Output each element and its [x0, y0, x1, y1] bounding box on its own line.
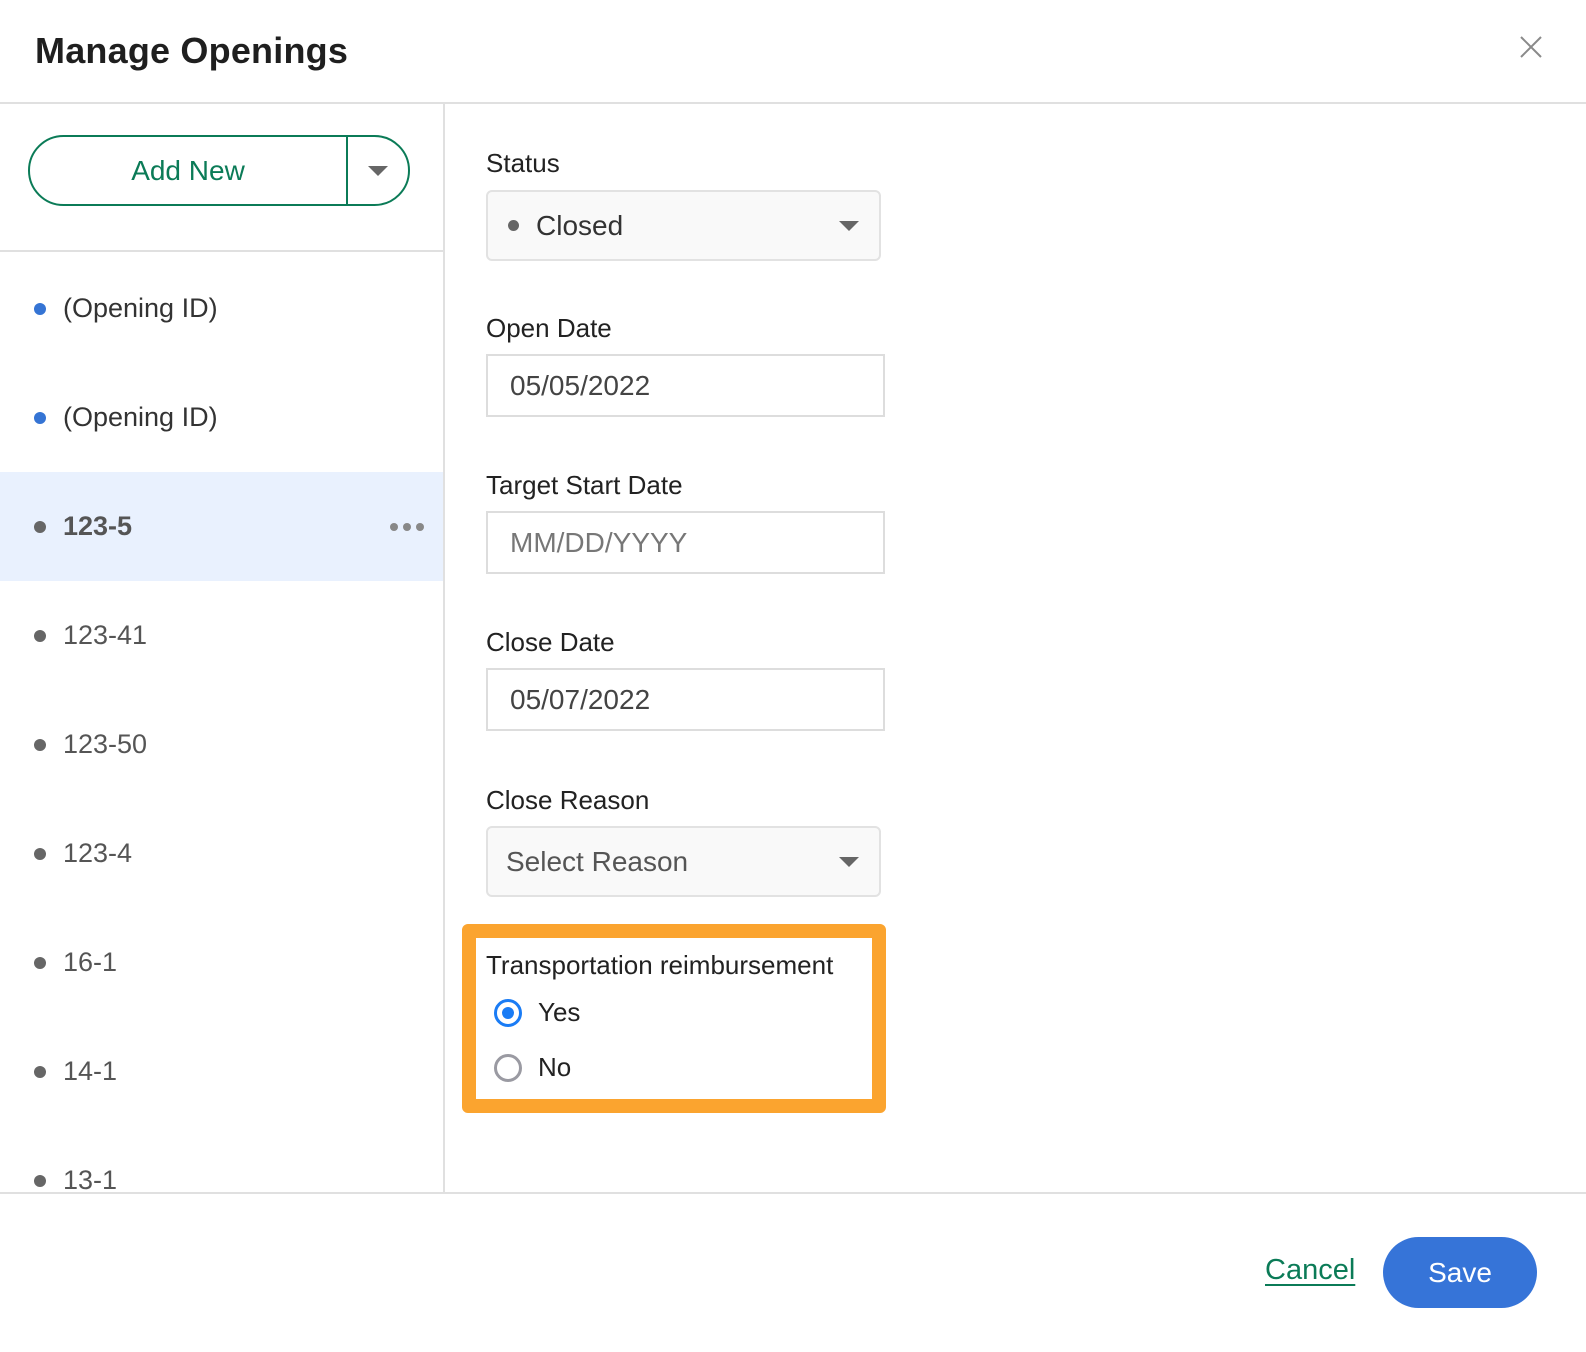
list-item[interactable]: 13-1 [0, 1126, 443, 1194]
close-icon [1520, 36, 1542, 58]
more-horizontal-icon [390, 522, 398, 531]
opening-id-label: 16-1 [63, 947, 118, 977]
modal-header: Manage Openings [0, 0, 1586, 104]
list-item[interactable]: (Opening ID) [0, 254, 443, 363]
caret-down-icon [839, 856, 859, 867]
add-new-menu-button[interactable] [348, 137, 408, 204]
close-reason-placeholder: Select Reason [506, 845, 689, 877]
caret-down-icon [368, 165, 388, 176]
radio-label-no: No [538, 1052, 572, 1082]
close-button[interactable] [1514, 30, 1548, 64]
add-new-split-button: Add New [28, 135, 410, 206]
close-reason-select[interactable]: Select Reason [486, 826, 881, 897]
list-item[interactable]: 123-50 [0, 690, 443, 799]
status-value: Closed [536, 209, 624, 241]
open-date-label: Open Date [486, 313, 612, 343]
list-item[interactable]: 14-1 [0, 1017, 443, 1126]
opening-id-label: 123-50 [63, 729, 148, 759]
add-new-section: Add New [0, 104, 443, 252]
status-label: Status [486, 148, 560, 178]
list-item[interactable]: 123-4 [0, 799, 443, 908]
status-dot [34, 847, 46, 860]
opening-id-label: (Opening ID) [63, 402, 218, 432]
save-button[interactable]: Save [1383, 1237, 1537, 1308]
open-date-input[interactable]: 05/05/2022 [486, 354, 885, 417]
radio-option-no[interactable]: No [494, 1052, 571, 1083]
radio-option-yes[interactable]: Yes [494, 997, 580, 1028]
modal-title: Manage Openings [35, 30, 349, 71]
list-item[interactable]: (Opening ID) [0, 363, 443, 472]
opening-id-label: 14-1 [63, 1056, 118, 1086]
modal-footer: Cancel Save [0, 1192, 1586, 1352]
status-dot [34, 1174, 46, 1187]
close-date-label: Close Date [486, 627, 615, 657]
close-date-input[interactable]: 05/07/2022 [486, 668, 885, 731]
opening-id-label: (Opening ID) [63, 293, 218, 323]
opening-id-label: 123-4 [63, 838, 133, 868]
cancel-link[interactable]: Cancel [1265, 1254, 1355, 1287]
close-reason-label: Close Reason [486, 785, 650, 815]
caret-down-icon [839, 220, 859, 231]
status-dot [34, 520, 46, 533]
add-new-button[interactable]: Add New [30, 137, 348, 204]
status-dot [34, 738, 46, 751]
status-dot [34, 1065, 46, 1078]
status-dot [34, 956, 46, 969]
transportation-label: Transportation reimbursement [486, 950, 834, 980]
status-dot [34, 629, 46, 642]
openings-list: (Opening ID) (Opening ID) 123-5 123-41 1… [0, 254, 443, 1194]
more-options-button[interactable] [390, 522, 424, 531]
radio-checked-icon[interactable] [494, 998, 522, 1027]
target-start-date-input[interactable]: MM/DD/YYYY [486, 511, 885, 574]
status-dot [34, 302, 46, 315]
status-dot [508, 220, 519, 231]
opening-id-label: 123-41 [63, 620, 148, 650]
target-start-date-label: Target Start Date [486, 470, 683, 500]
list-item[interactable]: 16-1 [0, 908, 443, 1017]
opening-id-label: 123-5 [63, 511, 133, 541]
radio-label-yes: Yes [538, 997, 581, 1027]
status-select[interactable]: Closed [486, 190, 881, 261]
opening-id-label: 13-1 [63, 1165, 118, 1194]
openings-sidebar: Add New (Opening ID) (Opening ID) 123-5 [0, 104, 445, 1194]
status-dot [34, 411, 46, 424]
radio-unchecked-icon[interactable] [494, 1053, 522, 1082]
list-item-selected[interactable]: 123-5 [0, 472, 443, 581]
list-item[interactable]: 123-41 [0, 581, 443, 690]
